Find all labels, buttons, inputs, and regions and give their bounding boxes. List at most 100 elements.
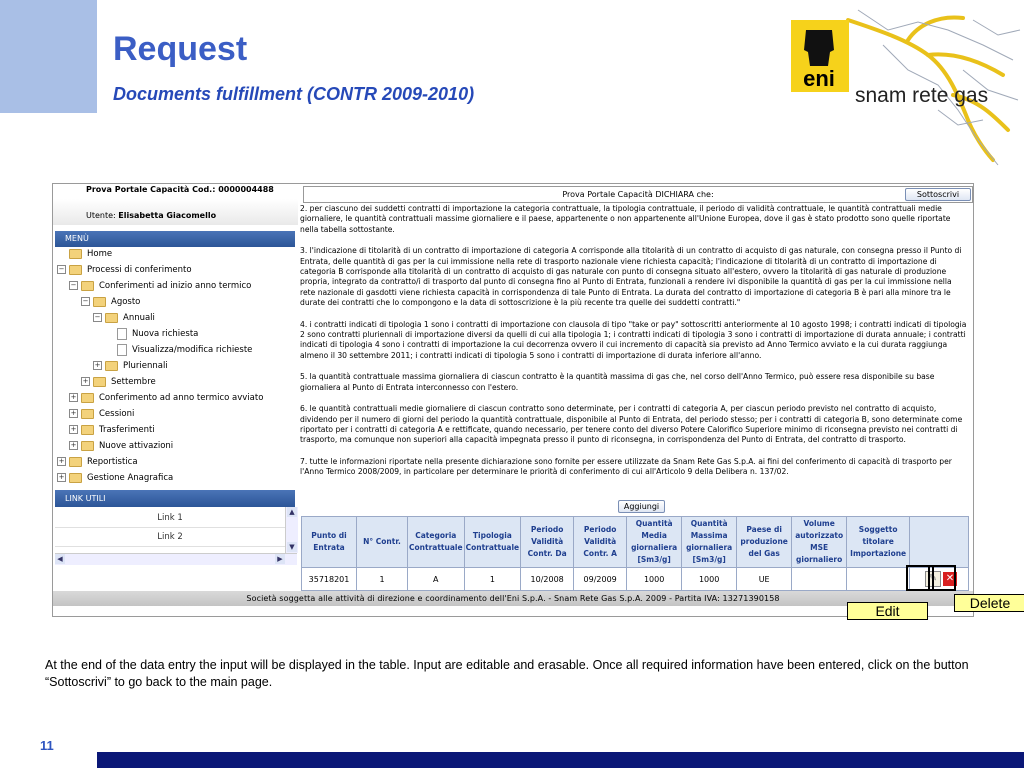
document-icon [117, 327, 127, 340]
menu-tree-label: Nuove attivazioni [99, 441, 174, 451]
expand-icon[interactable]: + [69, 409, 78, 418]
column-header: Punto di Entrata [301, 516, 357, 568]
folder-icon [81, 440, 94, 451]
menu-tree-label: Annuali [123, 313, 155, 323]
table-cell [791, 567, 848, 591]
folder-icon [93, 376, 106, 387]
folder-icon [81, 408, 94, 419]
user-label: Utente: [86, 211, 116, 220]
menu-tree-item[interactable]: + Reportistica [57, 455, 138, 470]
folder-icon [69, 456, 82, 467]
menu-tree-item[interactable]: − Agosto [81, 295, 140, 310]
menu-tree-item[interactable]: − Annuali [93, 311, 155, 326]
column-header: Volume autorizzato MSE giornaliero [791, 516, 848, 568]
table-cell: 1 [356, 567, 408, 591]
code-value: 0000004488 [218, 185, 274, 194]
links-vertical-scrollbar[interactable]: ▲ ▼ [285, 507, 298, 553]
delete-callout: Delete [954, 594, 1024, 612]
menu-tree-item[interactable]: Visualizza/modifica richieste [105, 343, 252, 358]
declaration-paragraph: 2. per ciascuno dei suddetti contratti d… [300, 204, 951, 234]
menu-tree-label: Pluriennali [123, 361, 168, 371]
portal-left-pane: Prova Portale Capacità Cod.: 0000004488 … [53, 184, 298, 616]
menu-tree-item[interactable]: + Gestione Anagrafica [57, 471, 173, 486]
decorative-side-bar [0, 0, 97, 113]
expand-icon[interactable]: + [69, 425, 78, 434]
table-header-row: Punto di Entrata N° Contr. Categoria Con… [301, 516, 969, 568]
collapse-icon[interactable]: − [69, 281, 78, 290]
scroll-down-icon[interactable]: ▼ [287, 542, 297, 552]
menu-tree-item[interactable]: + Nuove attivazioni [69, 439, 173, 454]
column-header: Periodo Validità Contr. A [573, 516, 628, 568]
menu-tree-item[interactable]: − Conferimenti ad inizio anno termico [69, 279, 251, 294]
folder-icon [81, 280, 94, 291]
column-header: Quantità Media giornaliera [Sm3/g] [626, 516, 683, 568]
link-item-2[interactable]: Link 2 [55, 528, 285, 547]
declaration-pane: Prova Portale Capacità DICHIARA che: Sot… [298, 184, 973, 616]
collapse-icon[interactable]: − [93, 313, 102, 322]
scroll-left-icon[interactable]: ◀ [55, 554, 65, 564]
links-header: LINK UTILI [55, 490, 295, 507]
menu-tree-item[interactable]: Home [57, 247, 112, 262]
menu-tree-label: Visualizza/modifica richieste [132, 345, 253, 355]
link-item-1[interactable]: Link 1 [55, 509, 285, 528]
menu-header: MENÙ [55, 231, 295, 247]
slide-title: Request [113, 30, 248, 68]
table-cell: 35718201 [301, 567, 357, 591]
expand-icon[interactable]: + [57, 473, 66, 482]
menu-tree: Home − Processi di conferimento − Conferimen… [55, 247, 295, 491]
menu-tree-label: Trasferimenti [99, 425, 155, 435]
table-cell: 1000 [681, 567, 738, 591]
expand-icon[interactable]: + [69, 441, 78, 450]
menu-tree-item[interactable]: + Cessioni [69, 407, 134, 422]
column-header: Tipologia Contrattuale [463, 516, 522, 568]
slide-subtitle: Documents fulfillment (CONTR 2009-2010) [113, 84, 475, 104]
decorative-bottom-bar [97, 752, 1024, 768]
delete-highlight [928, 565, 956, 591]
menu-tree-label: Cessioni [99, 409, 135, 419]
menu-tree-label: Nuova richiesta [132, 329, 199, 339]
expand-icon[interactable]: + [81, 377, 90, 386]
folder-icon [93, 296, 106, 307]
menu-tree-item[interactable]: Nuova richiesta [105, 327, 198, 342]
user-value: Elisabetta Giacomello [118, 211, 217, 220]
menu-tree-item[interactable]: + Trasferimenti [69, 423, 155, 438]
expand-icon[interactable]: + [69, 393, 78, 402]
links-horizontal-scrollbar[interactable]: ◀ ▶ [55, 553, 297, 565]
menu-tree-item[interactable]: + Conferimento ad anno termico avviato [69, 391, 263, 406]
column-header: Categoria Contrattuale [407, 516, 465, 568]
folder-icon [69, 472, 82, 483]
collapse-icon[interactable]: − [57, 265, 66, 274]
menu-tree-item[interactable]: + Pluriennali [93, 359, 168, 374]
snam-logo-text: snam rete gas [855, 84, 988, 107]
declaration-paragraph: 6. le quantità contrattuali medie giorna… [300, 404, 963, 445]
expand-icon[interactable]: + [93, 361, 102, 370]
folder-icon [81, 392, 94, 403]
column-header: N° Contr. [356, 516, 408, 568]
table-cell: 1000 [626, 567, 683, 591]
declaration-paragraph: 7. tutte le informazioni riportate nella… [300, 456, 952, 477]
menu-tree-label: Agosto [111, 297, 141, 307]
aggiungi-button[interactable]: Aggiungi [618, 500, 665, 513]
sottoscrivi-button[interactable]: Sottoscrivi [905, 188, 971, 201]
code-label: Prova Portale Capacità Cod.: [86, 185, 216, 194]
portal-user: Utente: Elisabetta Giacomello [86, 211, 216, 220]
table-cell: A [407, 567, 465, 591]
slide-caption: At the end of the data entry the input w… [45, 658, 969, 689]
collapse-icon[interactable]: − [81, 297, 90, 306]
menu-tree-item[interactable]: − Processi di conferimento [57, 263, 192, 278]
portal-code: Prova Portale Capacità Cod.: 0000004488 [86, 185, 274, 194]
menu-tree-label: Settembre [111, 377, 156, 387]
edit-callout: Edit [847, 602, 928, 620]
menu-tree-label: Gestione Anagrafica [87, 473, 174, 483]
declaration-paragraph: 3. l'indicazione di titolarità di un con… [300, 246, 962, 308]
declaration-text: 2. per ciascuno dei suddetti contratti d… [300, 204, 968, 489]
scroll-up-icon[interactable]: ▲ [287, 507, 297, 517]
scroll-right-icon[interactable]: ▶ [275, 554, 285, 564]
menu-tree-item[interactable]: + Settembre [81, 375, 156, 390]
eni-logo-text: eni [803, 66, 835, 91]
links-list: Link 1 Link 2 [55, 507, 285, 549]
folder-icon [105, 312, 118, 323]
column-header: Soggetto titolare Importazione [846, 516, 911, 568]
expand-icon[interactable]: + [57, 457, 66, 466]
logo-area: eni snam rete gas [788, 0, 1024, 175]
